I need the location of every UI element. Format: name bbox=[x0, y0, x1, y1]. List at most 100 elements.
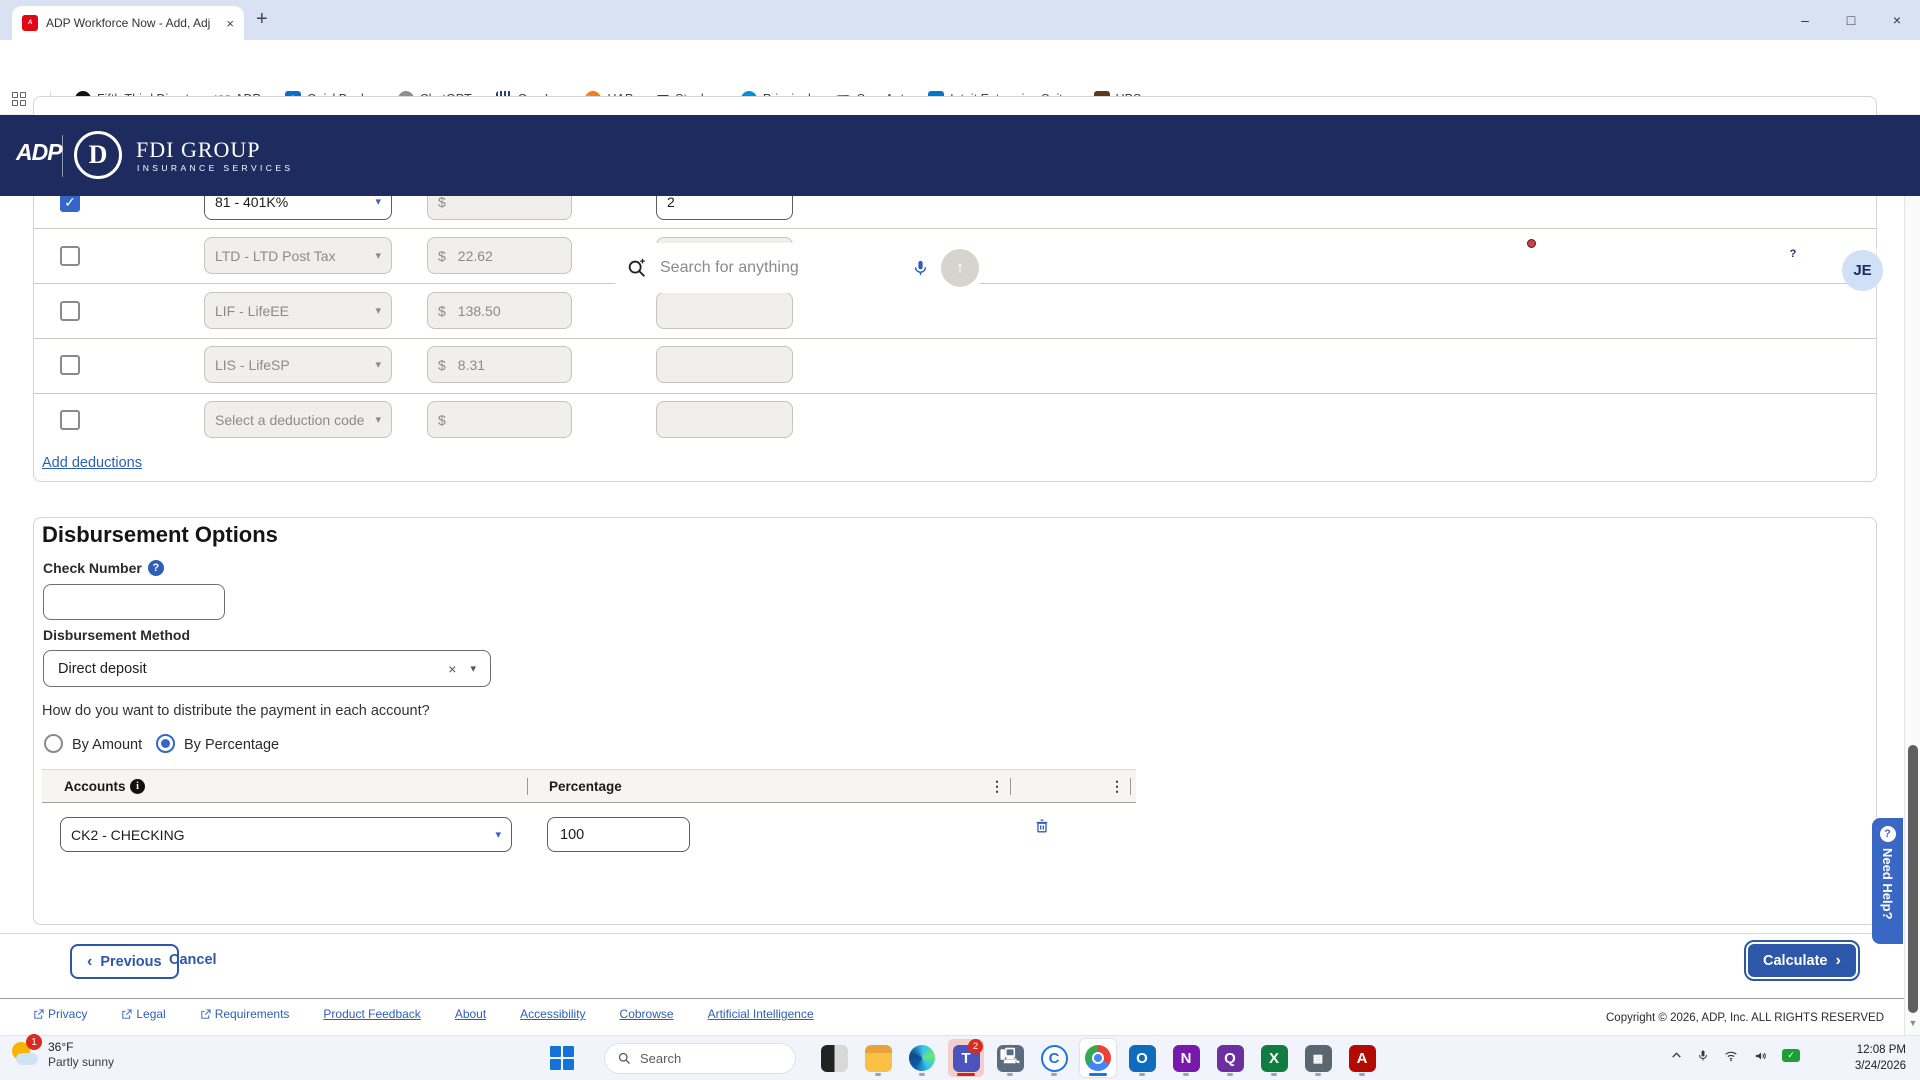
deduction-checkbox-5[interactable] bbox=[60, 410, 80, 430]
deduction-value-field-4 bbox=[656, 346, 793, 383]
app-task-view[interactable] bbox=[816, 1039, 852, 1077]
bridge-chat-icon: B bbox=[1715, 242, 1739, 264]
battery-icon[interactable]: ✓ bbox=[1782, 1049, 1800, 1062]
disbursement-method-select[interactable]: Direct deposit × ▾ bbox=[43, 650, 491, 687]
tray-chevron-icon[interactable] bbox=[1670, 1049, 1683, 1062]
app-teams[interactable]: T2 bbox=[948, 1039, 984, 1077]
chevron-down-icon: ▾ bbox=[375, 195, 381, 208]
deduction-checkbox-3[interactable] bbox=[60, 301, 80, 321]
adp-header: ADP D FDI GROUP INSURANCE SERVICES Searc… bbox=[0, 115, 1920, 196]
scroll-down-arrow[interactable]: ▼ bbox=[1905, 1018, 1920, 1028]
deduction-code-select-2[interactable]: LTD - LTD Post Tax▾ bbox=[204, 237, 392, 274]
window-minimize-button[interactable]: – bbox=[1782, 0, 1828, 40]
deduction-amount-field-4: $8.31 bbox=[427, 346, 572, 383]
user-avatar[interactable]: JE bbox=[1842, 250, 1883, 291]
chevron-down-icon: ▾ bbox=[375, 249, 381, 262]
microphone-icon[interactable] bbox=[912, 258, 929, 278]
percentage-input[interactable] bbox=[547, 817, 690, 852]
fdi-logo-icon: D bbox=[74, 131, 122, 179]
deduction-code-select-3[interactable]: LIF - LifeEE▾ bbox=[204, 292, 392, 329]
search-submit-button[interactable]: ↑ bbox=[941, 249, 979, 287]
nav-bridge[interactable]: B Bridge bbox=[1707, 242, 1747, 281]
previous-button[interactable]: ‹Previous bbox=[70, 944, 179, 979]
footer-link-accessibility[interactable]: Accessibility bbox=[520, 1007, 585, 1021]
global-search-bar[interactable]: Search for anything ↑ bbox=[610, 243, 985, 293]
footer-link-cobrowse[interactable]: Cobrowse bbox=[620, 1007, 674, 1021]
footer-link-legal[interactable]: Legal bbox=[121, 1007, 165, 1021]
nav-support[interactable]: ? Support bbox=[1773, 242, 1813, 281]
app-remote-desktop[interactable]: 🖳 bbox=[992, 1039, 1028, 1077]
column-menu-icon[interactable]: ⋮ bbox=[1110, 778, 1124, 795]
add-deductions-link[interactable]: Add deductions bbox=[42, 455, 142, 471]
window-close-button[interactable]: × bbox=[1874, 0, 1920, 40]
radio-by-amount-label[interactable]: By Amount bbox=[72, 737, 142, 753]
footer-link-requirements[interactable]: Requirements bbox=[200, 1007, 290, 1021]
app-calculator[interactable]: ▦ bbox=[1300, 1039, 1336, 1077]
taskbar-clock[interactable]: 12:08 PM 3/24/2026 bbox=[1855, 1042, 1906, 1074]
app-excel[interactable]: X bbox=[1256, 1039, 1292, 1077]
need-help-tab[interactable]: ? Need Help? bbox=[1872, 818, 1903, 944]
screen: A ADP Workforce Now - Add, Adj × + – □ ×… bbox=[0, 0, 1920, 1080]
window-maximize-button[interactable]: □ bbox=[1828, 0, 1874, 40]
nav-whats-new[interactable]: What's New bbox=[1390, 242, 1451, 281]
app-file-explorer[interactable] bbox=[860, 1039, 896, 1077]
new-tab-button[interactable]: + bbox=[256, 8, 268, 31]
app-edge[interactable] bbox=[904, 1039, 940, 1077]
weather-widget[interactable]: 1 36°F Partly sunny bbox=[10, 1040, 114, 1070]
volume-icon[interactable] bbox=[1753, 1049, 1768, 1063]
column-menu-icon[interactable]: ⋮ bbox=[990, 778, 1004, 795]
app-chrome[interactable] bbox=[1080, 1039, 1116, 1077]
app-copilot[interactable]: C bbox=[1036, 1039, 1072, 1077]
info-icon[interactable]: i bbox=[130, 779, 145, 794]
time: 12:08 PM bbox=[1857, 1044, 1906, 1056]
deduction-checkbox-4[interactable] bbox=[60, 355, 80, 375]
chevron-down-icon: ▾ bbox=[495, 828, 501, 841]
column-resize-handle[interactable] bbox=[1010, 778, 1011, 795]
microphone-tray-icon[interactable] bbox=[1697, 1048, 1709, 1063]
nav-things-to-do[interactable]: Things to Do bbox=[1477, 242, 1542, 281]
footer-link-about[interactable]: About bbox=[455, 1007, 486, 1021]
deduction-amount-field-5: $ bbox=[427, 401, 572, 438]
app-outlook[interactable]: O bbox=[1124, 1039, 1160, 1077]
deduction-value-field-5 bbox=[656, 401, 793, 438]
taskbar-search[interactable]: Search bbox=[604, 1043, 796, 1074]
clear-icon[interactable]: × bbox=[448, 661, 456, 677]
delete-row-icon[interactable] bbox=[1034, 818, 1050, 840]
nav-learn[interactable]: Learn bbox=[1641, 242, 1681, 281]
app-acrobat[interactable]: A bbox=[1344, 1039, 1380, 1077]
scrollbar-thumb[interactable] bbox=[1908, 745, 1918, 1013]
deduction-code-select-5[interactable]: Select a deduction code▾ bbox=[204, 401, 392, 438]
radio-by-amount[interactable] bbox=[44, 734, 63, 753]
date: 3/24/2026 bbox=[1855, 1060, 1906, 1072]
tab-close-icon[interactable]: × bbox=[226, 17, 234, 30]
wifi-icon[interactable] bbox=[1723, 1049, 1739, 1063]
adp-favicon: A bbox=[22, 15, 38, 31]
radio-by-percentage[interactable] bbox=[156, 734, 175, 753]
footer-link-artificial-intelligence[interactable]: Artificial Intelligence bbox=[708, 1007, 814, 1021]
cancel-link[interactable]: Cancel bbox=[169, 952, 217, 968]
apps-grid-icon[interactable] bbox=[12, 92, 26, 106]
page-scrollbar[interactable]: ▲ ▼ bbox=[1904, 115, 1920, 1035]
footer-link-privacy[interactable]: Privacy bbox=[33, 1007, 87, 1021]
calendar-icon bbox=[1581, 242, 1603, 264]
nav-calendar[interactable]: Calendar bbox=[1568, 242, 1615, 281]
help-icon[interactable]: ? bbox=[148, 560, 164, 576]
windows-taskbar: 1 36°F Partly sunny Search T2 🖳 C O N Q … bbox=[0, 1035, 1920, 1080]
calculate-button[interactable]: Calculate› bbox=[1746, 942, 1858, 979]
deduction-checkbox-2[interactable] bbox=[60, 246, 80, 266]
deduction-code-select-4[interactable]: LIS - LifeSP▾ bbox=[204, 346, 392, 383]
radio-by-percentage-label[interactable]: By Percentage bbox=[184, 737, 279, 753]
check-number-input[interactable] bbox=[43, 584, 225, 620]
browser-tab[interactable]: A ADP Workforce Now - Add, Adj × bbox=[12, 6, 244, 40]
app-onenote[interactable]: N bbox=[1168, 1039, 1204, 1077]
footer-link-product-feedback[interactable]: Product Feedback bbox=[323, 1007, 420, 1021]
weather-icon: 1 bbox=[10, 1040, 40, 1070]
disbursement-method-label: Disbursement Method bbox=[43, 627, 190, 643]
graduation-cap-icon bbox=[1649, 242, 1673, 264]
account-select[interactable]: CK2 - CHECKING ▾ bbox=[60, 817, 512, 852]
chevron-down-icon: ▾ bbox=[470, 662, 476, 675]
column-resize-handle[interactable] bbox=[1130, 778, 1131, 795]
start-button[interactable] bbox=[550, 1046, 574, 1070]
app-quick-assist[interactable]: Q bbox=[1212, 1039, 1248, 1077]
weather-temp: 36°F bbox=[48, 1040, 73, 1054]
